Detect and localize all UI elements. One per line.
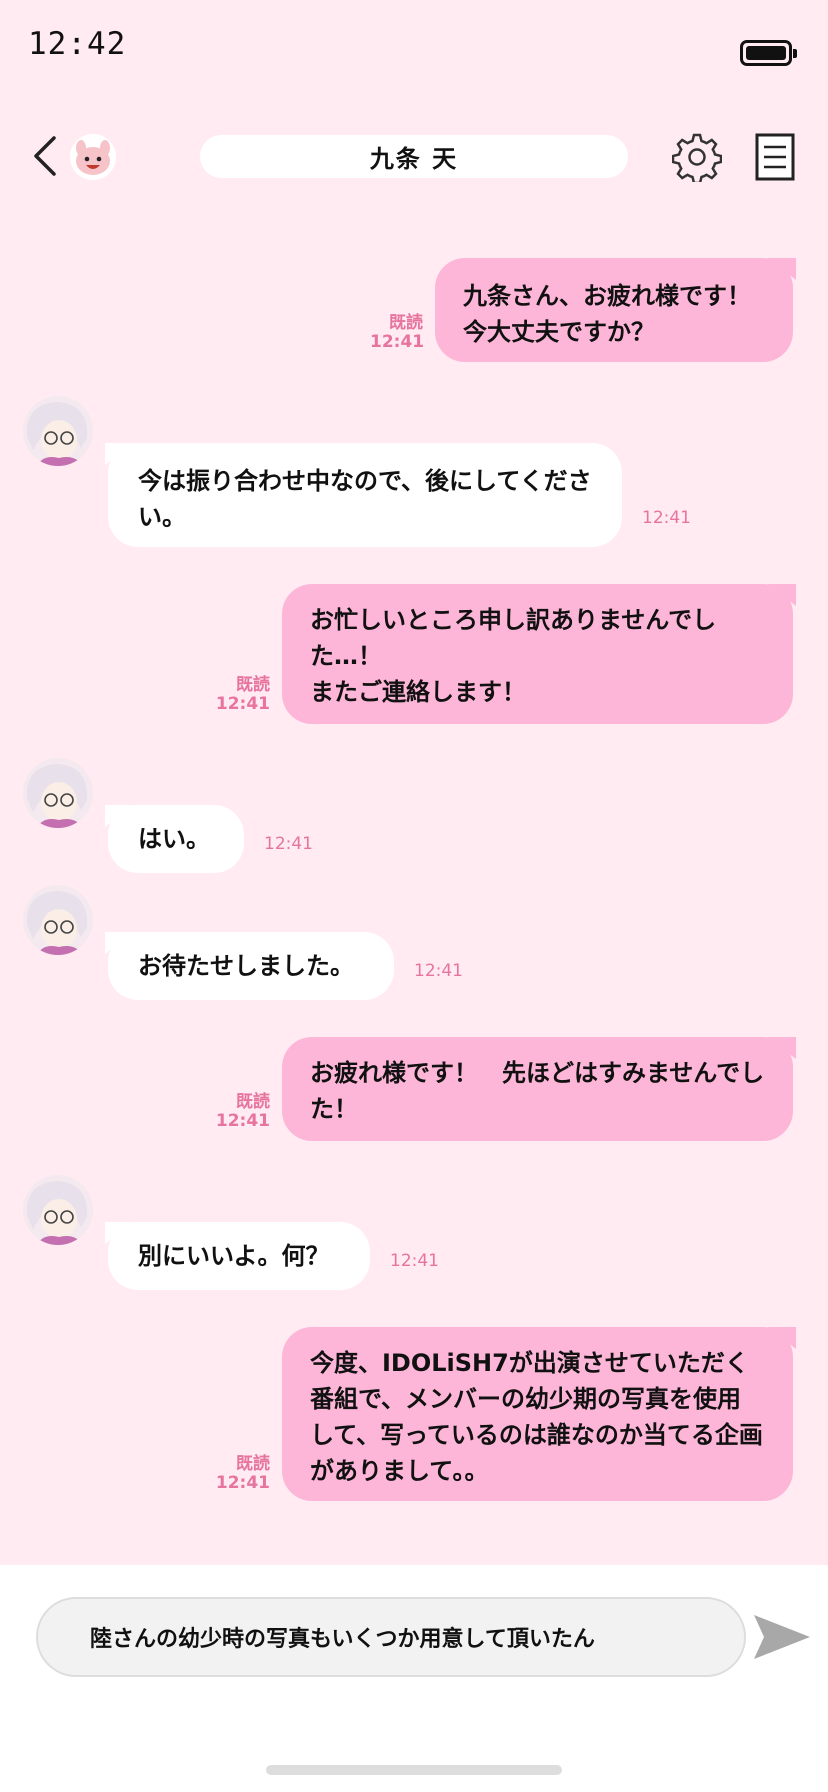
chevron-left-icon[interactable]: [30, 134, 64, 178]
contact-avatar[interactable]: [23, 885, 93, 955]
message-bubble[interactable]: お忙しいところ申し訳ありませんでした…！ またご連絡します！: [282, 584, 796, 724]
contact-name-title: 九条 天: [200, 135, 628, 178]
message-bubble[interactable]: お疲れ様です！ 先ほどはすみませんでした！: [282, 1037, 796, 1141]
read-receipt: 既読 12:41: [215, 675, 270, 714]
message-time: 12:41: [390, 1251, 439, 1271]
home-indicator: [266, 1765, 562, 1775]
message-time: 12:41: [264, 834, 313, 854]
message-bubble[interactable]: はい。: [105, 805, 244, 873]
battery-icon: [740, 40, 797, 66]
read-receipt: 既読 12:41: [370, 313, 425, 352]
status-time: 12:42: [28, 26, 127, 62]
document-menu-icon[interactable]: [755, 133, 795, 181]
contact-avatar[interactable]: [23, 1175, 93, 1245]
message-bubble[interactable]: 九条さん、お疲れ様です！ 今大丈夫ですか？: [435, 258, 796, 362]
message-bubble[interactable]: 別にいいよ。何？: [105, 1222, 370, 1290]
contact-avatar[interactable]: [23, 396, 93, 466]
message-bubble[interactable]: お待たせしました。: [105, 932, 394, 1000]
read-receipt: 既読 12:41: [215, 1092, 270, 1131]
message-input[interactable]: 陸さんの幼少時の写真もいくつか用意して頂いたん: [36, 1597, 746, 1677]
header-avatar[interactable]: [70, 134, 116, 180]
message-time: 12:41: [414, 961, 463, 981]
message-bubble[interactable]: 今は振り合わせ中なので、後にしてください。: [105, 443, 622, 547]
send-arrow-icon[interactable]: [752, 1611, 812, 1663]
read-receipt: 既読 12:41: [215, 1454, 270, 1493]
composer-bar: 陸さんの幼少時の写真もいくつか用意して頂いたん: [0, 1565, 828, 1792]
message-bubble[interactable]: 今度、IDOLiSH7が出演させていただく番組で、メンバーの幼少期の写真を使用し…: [282, 1327, 796, 1501]
message-time: 12:41: [642, 508, 691, 528]
gear-icon[interactable]: [672, 132, 722, 182]
contact-avatar[interactable]: [23, 758, 93, 828]
